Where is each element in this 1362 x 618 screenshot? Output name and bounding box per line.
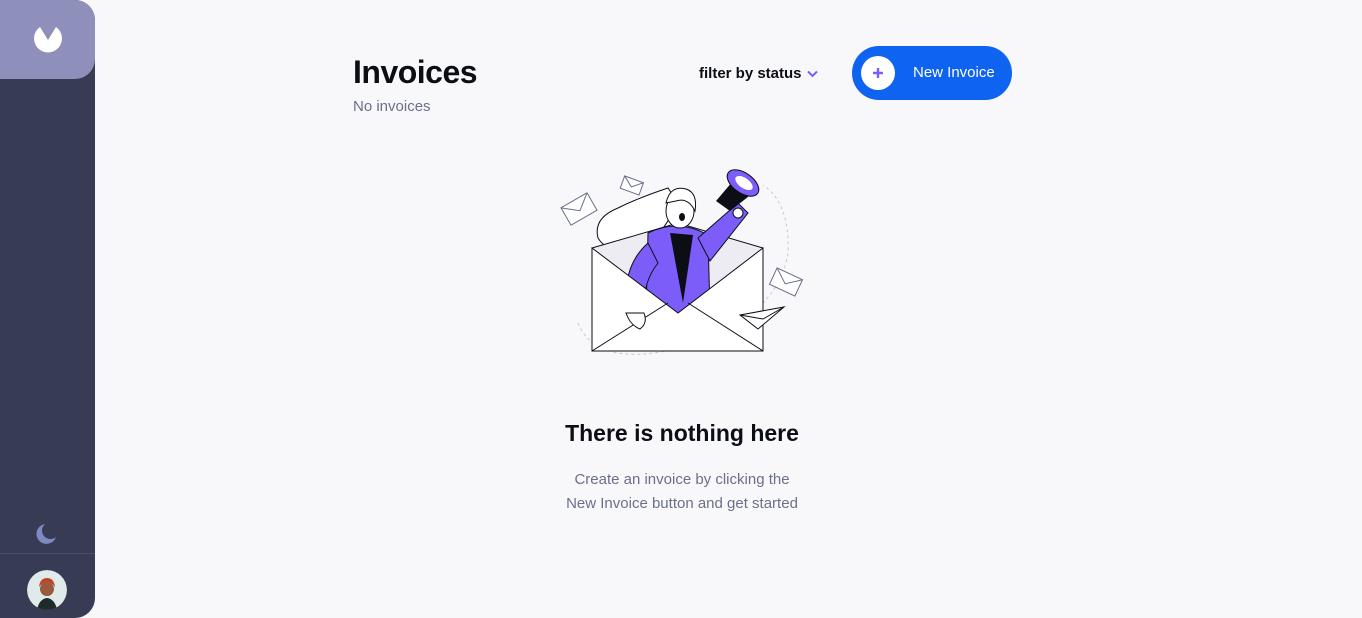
logo-icon [33,26,62,52]
empty-state-line-2: New Invoice button and get started [566,495,798,512]
sidebar-divider [0,553,95,554]
empty-state-illustration [558,163,808,368]
logo[interactable] [0,0,95,79]
moon-icon [36,524,56,544]
new-invoice-label: New Invoice [913,64,995,81]
filter-label: filter by status [699,65,802,82]
theme-toggle-button[interactable] [35,522,59,546]
sidebar [0,0,95,618]
invoice-count: No invoices [353,98,431,115]
page-title: Invoices [353,54,478,90]
avatar[interactable] [27,570,67,610]
user-avatar [27,570,67,610]
new-invoice-button[interactable]: New Invoice [852,46,1012,100]
empty-state-title: There is nothing here [565,420,799,446]
empty-state-description: Create an invoice by clicking the New In… [532,468,832,516]
chevron-down-icon [806,70,818,77]
filter-by-status-dropdown[interactable]: filter by status [699,65,818,82]
empty-state-line-1: Create an invoice by clicking the [574,471,790,488]
woman-with-megaphone-in-envelope [560,169,804,355]
invoices-header: Invoices No invoices filter by status Ne… [353,46,1012,116]
plus-icon [861,56,895,90]
